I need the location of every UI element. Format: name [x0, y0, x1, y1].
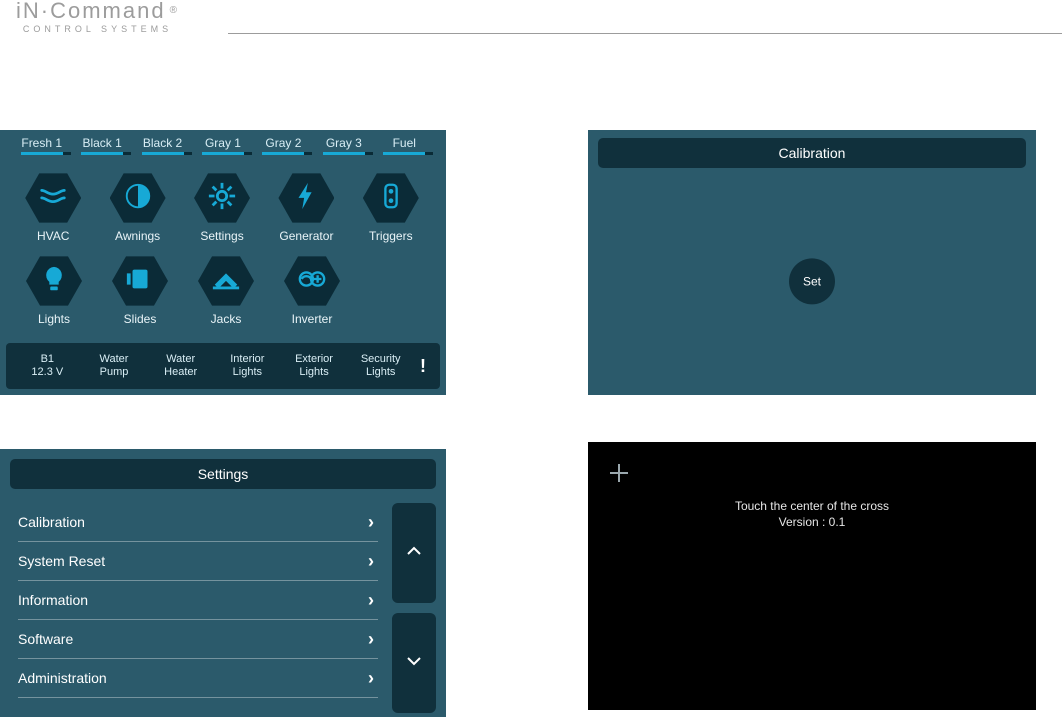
header-divider — [228, 33, 1062, 34]
settings-item-administration[interactable]: Administration › — [18, 659, 378, 698]
hex-lights[interactable]: Lights — [12, 253, 96, 326]
tank-gray2[interactable]: Gray 2 — [254, 136, 314, 162]
logo-registered: ® — [170, 5, 179, 16]
settings-item-calibration[interactable]: Calibration › — [18, 503, 378, 542]
hex-slides[interactable]: Slides — [98, 253, 182, 326]
touch-instruction: Touch the center of the cross Version : … — [588, 498, 1036, 530]
interior-lights-toggle[interactable]: Interior Lights — [214, 353, 281, 379]
inverter-icon — [297, 264, 327, 299]
chevron-right-icon: › — [368, 512, 378, 533]
calibration-cross-icon[interactable] — [610, 464, 628, 482]
hex-generator[interactable]: Generator — [265, 170, 347, 243]
chevron-right-icon: › — [368, 668, 378, 689]
security-lights-toggle[interactable]: Security Lights — [347, 353, 414, 379]
awnings-icon — [123, 181, 153, 216]
water-heater-toggle[interactable]: Water Heater — [147, 353, 214, 379]
chevron-down-icon — [406, 653, 422, 674]
panel-touch-calibration[interactable]: Touch the center of the cross Version : … — [588, 442, 1036, 710]
settings-title: Settings — [10, 459, 436, 489]
hex-awnings[interactable]: Awnings — [96, 170, 178, 243]
hex-hvac[interactable]: HVAC — [12, 170, 94, 243]
panel-settings: Settings Calibration › System Reset › In… — [0, 449, 446, 717]
settings-item-software[interactable]: Software › — [18, 620, 378, 659]
tank-black2[interactable]: Black 2 — [133, 136, 193, 162]
settings-item-system-reset[interactable]: System Reset › — [18, 542, 378, 581]
page-header: iN·Command ® CONTROL SYSTEMS — [0, 0, 1062, 40]
chevron-right-icon: › — [368, 551, 378, 572]
bulb-icon — [39, 264, 69, 299]
chevron-right-icon: › — [368, 629, 378, 650]
chevron-right-icon: › — [368, 590, 378, 611]
triggers-icon — [376, 181, 406, 216]
hex-triggers[interactable]: Triggers — [350, 170, 432, 243]
hex-jacks[interactable]: Jacks — [184, 253, 268, 326]
hex-grid: HVAC Awnings Settings Generator — [12, 170, 434, 326]
bolt-icon — [291, 181, 321, 216]
tank-fuel[interactable]: Fuel — [375, 136, 434, 162]
scroll-up-button[interactable] — [392, 503, 436, 603]
battery-readout[interactable]: B1 12.3 V — [14, 353, 81, 379]
jacks-icon — [211, 264, 241, 299]
alert-icon[interactable]: ! — [414, 356, 432, 377]
chevron-up-icon — [406, 543, 422, 564]
gear-icon — [207, 181, 237, 216]
settings-item-information[interactable]: Information › — [18, 581, 378, 620]
panel-calibration: Calibration Set — [588, 130, 1036, 395]
brand-logo: iN·Command ® CONTROL SYSTEMS — [16, 0, 179, 34]
hex-settings[interactable]: Settings — [181, 170, 263, 243]
logo-sub-text: CONTROL SYSTEMS — [16, 24, 179, 34]
tank-black1[interactable]: Black 1 — [72, 136, 132, 162]
calibration-set-button[interactable]: Set — [789, 258, 835, 304]
tank-gray3[interactable]: Gray 3 — [314, 136, 374, 162]
water-pump-toggle[interactable]: Water Pump — [81, 353, 148, 379]
tank-level-row: Fresh 1 Black 1 Black 2 Gray 1 Gray 2 Gr… — [12, 136, 434, 162]
slides-icon — [125, 264, 155, 299]
tank-gray1[interactable]: Gray 1 — [193, 136, 253, 162]
status-bar: B1 12.3 V Water Pump Water Heater Interi… — [6, 343, 440, 389]
panel-home: Fresh 1 Black 1 Black 2 Gray 1 Gray 2 Gr… — [0, 130, 446, 395]
calibration-title: Calibration — [598, 138, 1026, 168]
scroll-down-button[interactable] — [392, 613, 436, 713]
tank-fresh1[interactable]: Fresh 1 — [12, 136, 72, 162]
hvac-icon — [38, 181, 68, 216]
settings-list: Calibration › System Reset › Information… — [18, 503, 378, 698]
logo-main-text: iN·Command — [16, 0, 166, 23]
hex-inverter[interactable]: Inverter — [270, 253, 354, 326]
exterior-lights-toggle[interactable]: Exterior Lights — [281, 353, 348, 379]
